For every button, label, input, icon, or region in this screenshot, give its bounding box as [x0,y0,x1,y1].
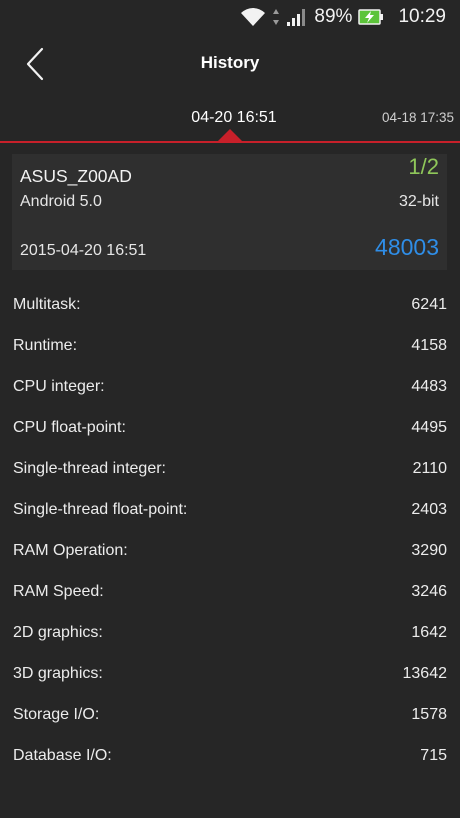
result-value: 13642 [402,664,448,682]
app-bar: History [0,34,460,94]
result-row-ram-speed: RAM Speed: 3246 [0,571,460,612]
result-row-ram-operation: RAM Operation: 3290 [0,530,460,571]
result-value: 715 [420,746,447,764]
device-arch: 32-bit [398,193,439,210]
total-score: 48003 [375,234,439,260]
result-row-single-float: Single-thread float-point: 2403 [0,489,460,530]
device-card: ASUS_Z00AD 1/2 Android 5.0 32-bit 2015-0… [12,154,447,270]
result-label: 2D graphics: [13,623,103,641]
result-row-cpu-integer: CPU integer: 4483 [0,366,460,407]
result-row-database-io: Database I/O: 715 [0,735,460,776]
result-value: 4483 [411,377,447,395]
result-row-storage-io: Storage I/O: 1578 [0,694,460,735]
device-name: ASUS_Z00AD [20,166,132,186]
page-title: History [200,53,260,72]
result-value: 1578 [411,705,447,723]
result-label: Runtime: [13,336,78,354]
result-label: CPU float-point: [13,418,126,436]
result-row-multitask: Multitask: 6241 [0,284,460,325]
status-bar: 89% 10:29 [0,0,460,34]
data-arrows-icon [272,7,280,27]
device-os: Android 5.0 [20,193,102,210]
result-label: Single-thread integer: [13,459,166,477]
test-date: 2015-04-20 16:51 [20,242,147,259]
result-row-runtime: Runtime: 4158 [0,325,460,366]
status-icons: 89% 10:29 [240,5,446,29]
result-row-3d-graphics: 3D graphics: 13642 [0,653,460,694]
clock: 10:29 [398,6,446,27]
result-value: 6241 [411,295,447,313]
signal-icon [286,7,308,27]
result-label: Single-thread float-point: [13,500,188,518]
result-value: 4495 [411,418,447,436]
result-label: RAM Speed: [13,582,104,600]
tab-current[interactable]: 04-20 16:51 [160,109,308,127]
result-row-single-integer: Single-thread integer: 2110 [0,448,460,489]
result-label: CPU integer: [13,377,105,395]
tab-next[interactable]: 04-18 17:35 [382,110,454,125]
results-list: Multitask: 6241 Runtime: 4158 CPU integer:… [0,284,460,776]
battery-charging-icon [358,8,384,26]
result-value: 3246 [411,582,447,600]
result-value: 3290 [411,541,447,559]
history-tabs: 04-20 16:51 04-18 17:35 [0,96,460,144]
battery-percent: 89% [314,6,353,27]
result-label: Multitask: [13,295,81,313]
wifi-icon [240,7,266,27]
tab-indicator-arrow [218,129,242,141]
result-label: Storage I/O: [13,705,100,723]
result-value: 2110 [412,459,447,477]
result-value: 4158 [411,336,447,354]
result-value: 1642 [411,623,447,641]
result-label: Database I/O: [13,746,112,764]
result-label: 3D graphics: [13,664,103,682]
result-label: RAM Operation: [13,541,128,559]
tab-indicator-line [0,141,460,143]
result-value: 2403 [411,500,447,518]
result-row-2d-graphics: 2D graphics: 1642 [0,612,460,653]
page-indicator: 1/2 [408,154,439,179]
result-row-cpu-float: CPU float-point: 4495 [0,407,460,448]
